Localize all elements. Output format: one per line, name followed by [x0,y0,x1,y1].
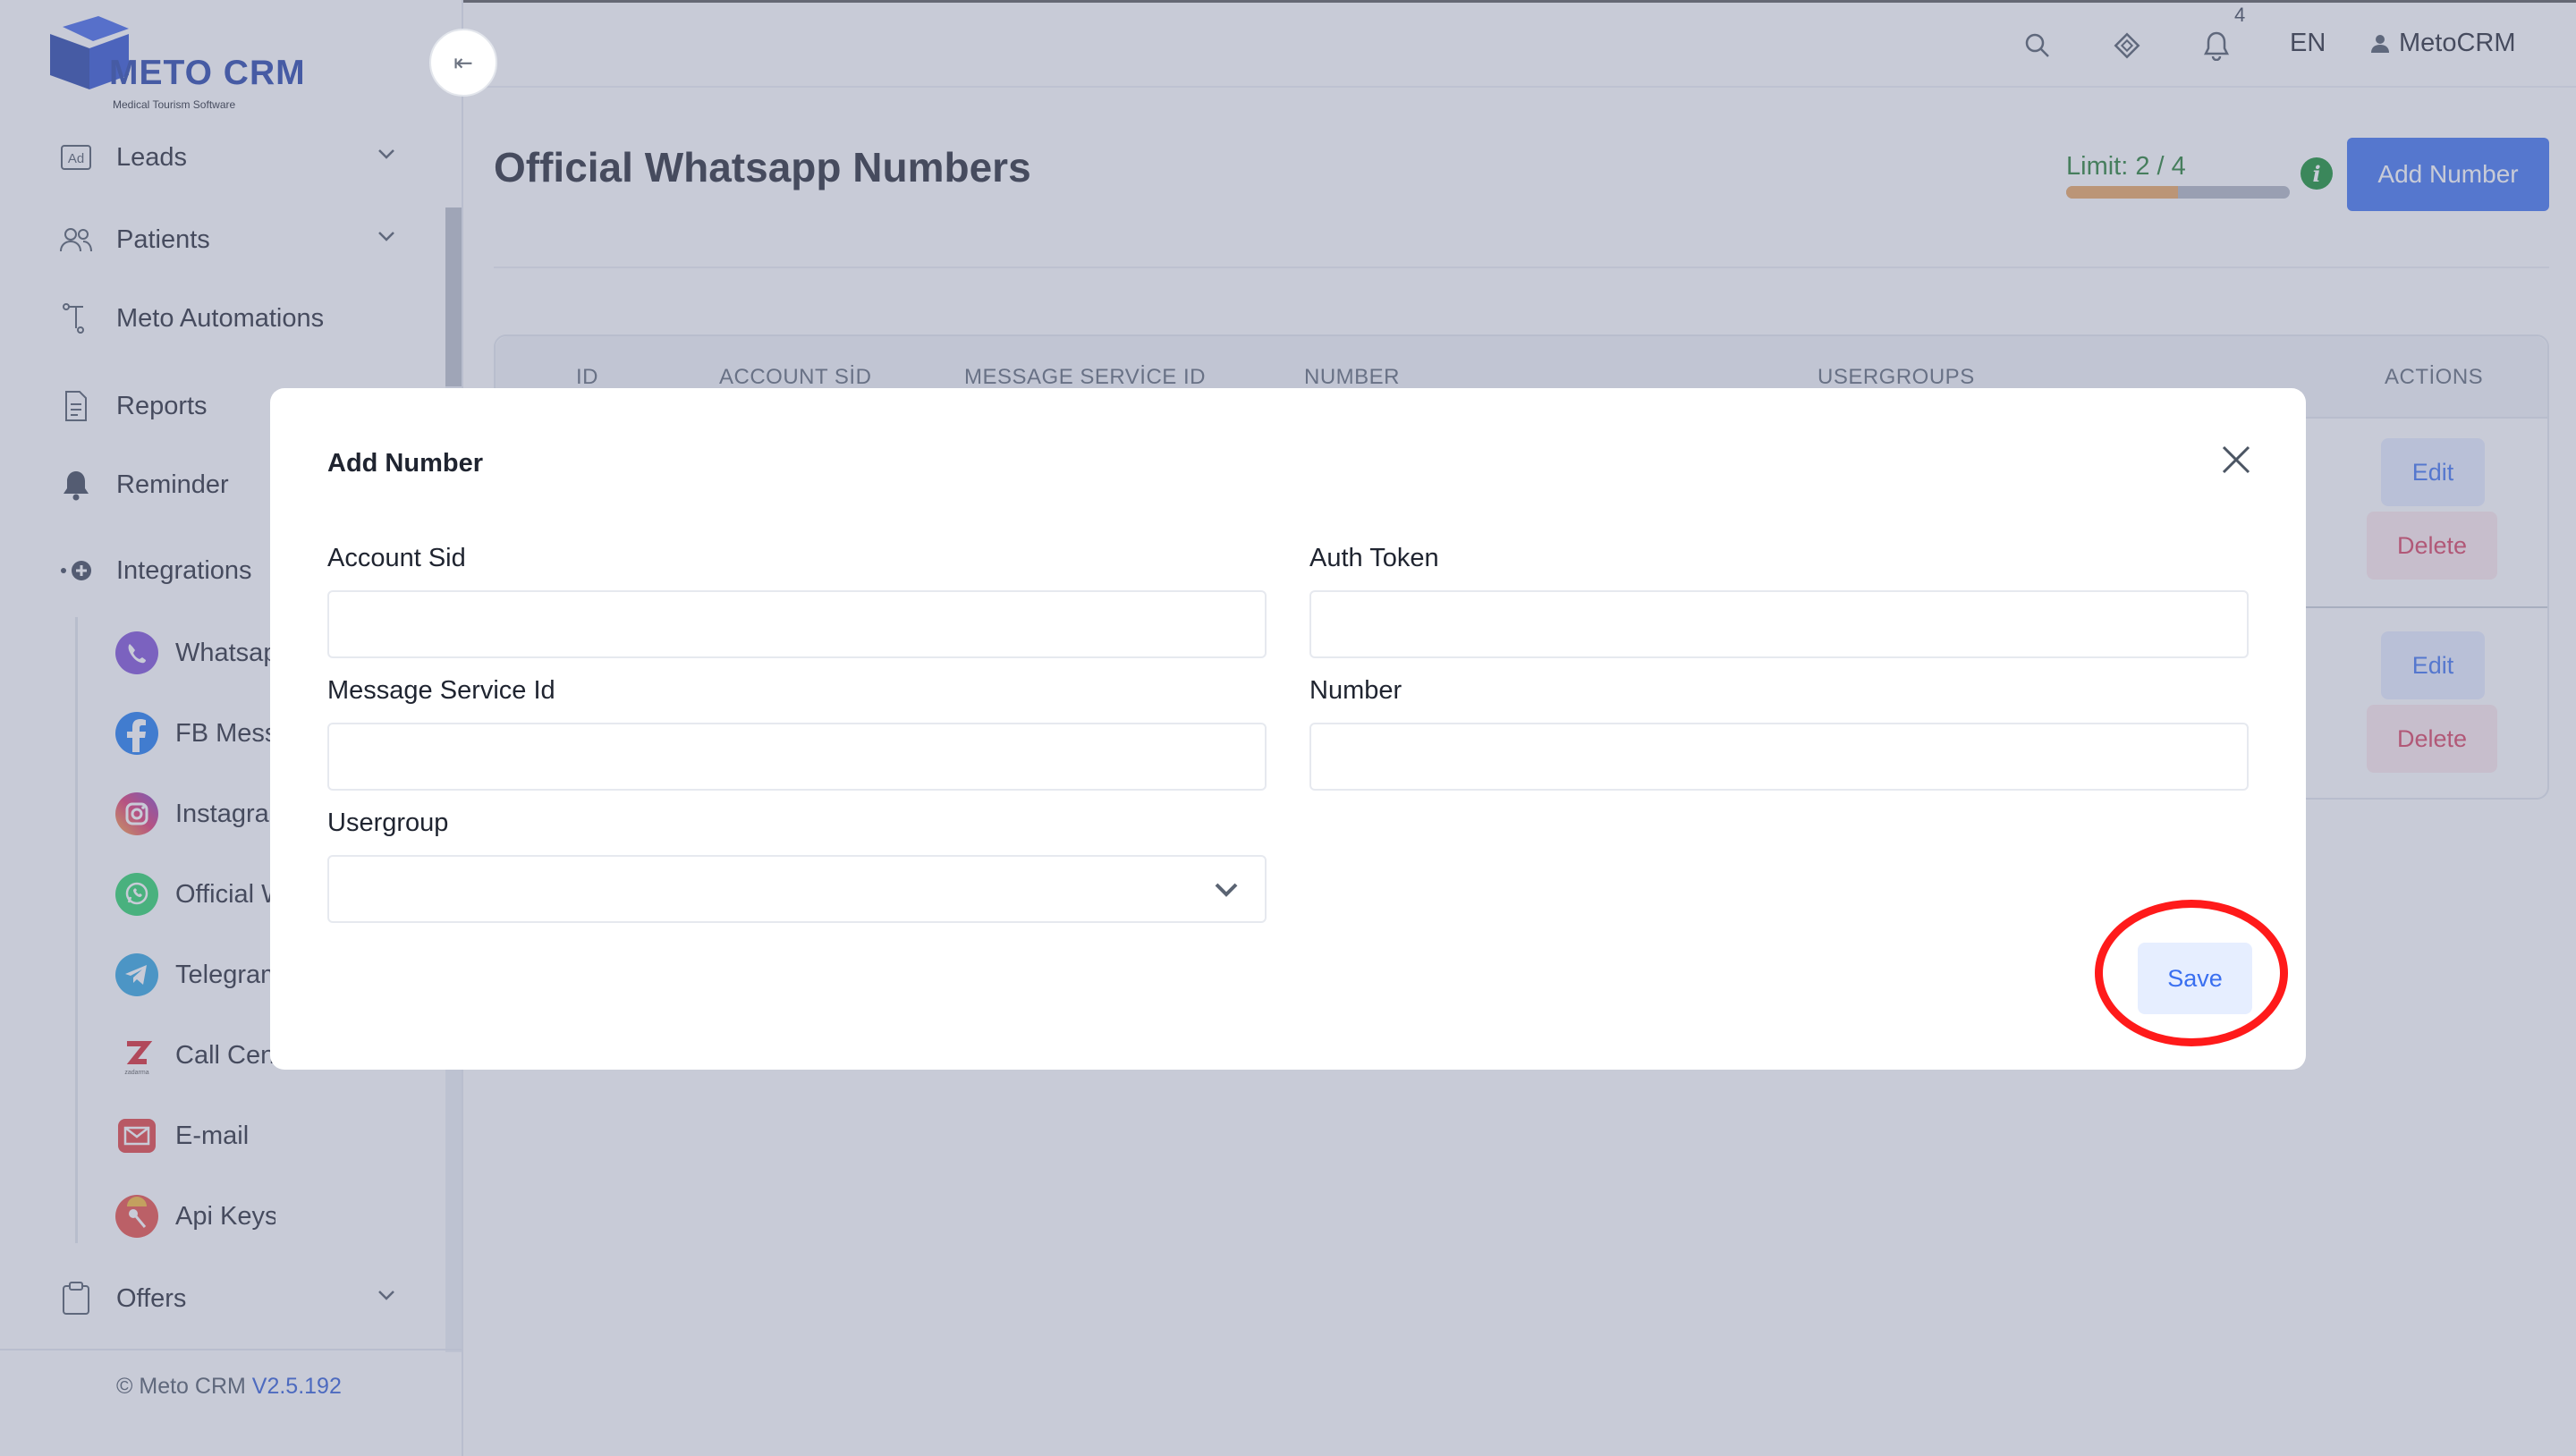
account-sid-input[interactable] [327,590,1267,658]
chevron-down-icon [1215,883,1238,897]
auth-token-label: Auth Token [1309,544,1439,572]
sidebar-collapse-button[interactable]: ⇤ [429,29,497,97]
number-input[interactable] [1309,723,2249,791]
message-service-id-input[interactable] [327,723,1267,791]
number-label: Number [1309,676,1402,705]
add-number-modal: Add Number Account Sid Auth Token Messag… [270,388,2306,1070]
account-sid-label: Account Sid [327,544,466,572]
usergroup-select[interactable] [327,855,1267,923]
auth-token-input[interactable] [1309,590,2249,658]
save-highlight-ring [2095,900,2288,1046]
modal-title: Add Number [327,449,483,478]
close-icon[interactable] [2216,440,2256,479]
message-service-id-label: Message Service Id [327,676,555,705]
usergroup-label: Usergroup [327,808,449,837]
